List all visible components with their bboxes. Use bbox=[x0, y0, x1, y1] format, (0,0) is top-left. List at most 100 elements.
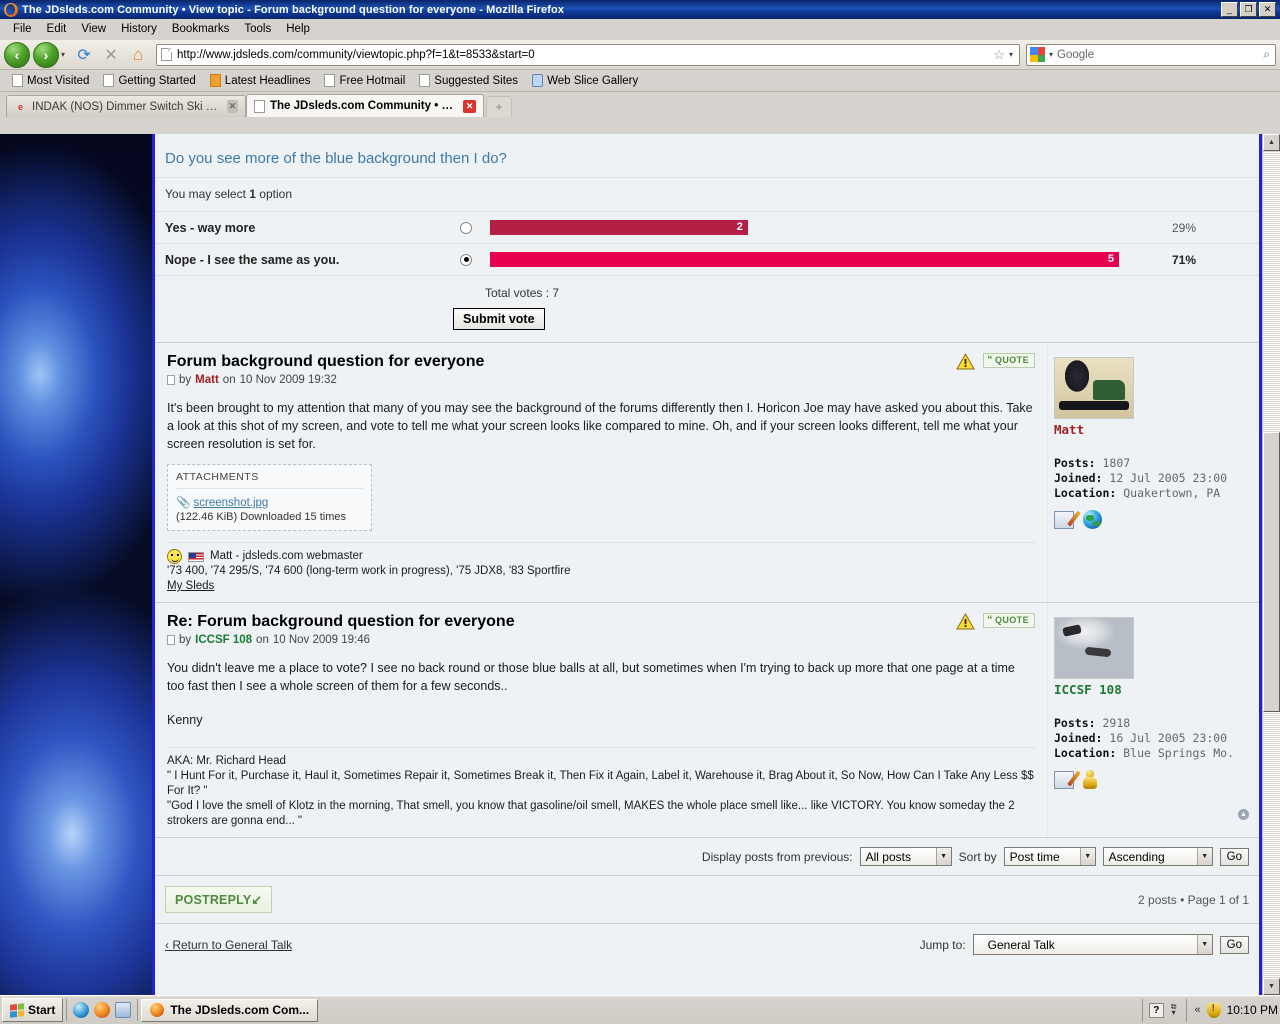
menu-edit[interactable]: Edit bbox=[40, 21, 74, 37]
home-icon[interactable]: ⌂ bbox=[126, 43, 150, 67]
start-label: Start bbox=[28, 1003, 56, 1017]
post-author-link[interactable]: Matt bbox=[195, 374, 219, 386]
firefox-icon[interactable] bbox=[94, 1002, 111, 1018]
post-1-main: Forum background question for everyone “… bbox=[155, 343, 1047, 602]
display-controls: Display posts from previous: All posts ▼… bbox=[155, 837, 1259, 875]
tab-label: The JDsleds.com Community • Vi... bbox=[270, 100, 459, 112]
return-link[interactable]: ‹ Return to General Talk bbox=[165, 938, 292, 952]
page-scrollbar[interactable]: ▲ ▼ bbox=[1262, 134, 1280, 995]
signature-divider: Matt - jdsleds.com webmaster '73 400, '7… bbox=[167, 542, 1035, 594]
jump-to-value: General Talk bbox=[987, 937, 1055, 952]
jump-go-button[interactable]: Go bbox=[1219, 935, 1249, 954]
language-bar-icon[interactable]: ⧉ ▾ bbox=[1171, 1003, 1177, 1017]
post-author-link[interactable]: ICCSF 108 bbox=[195, 634, 252, 646]
chevron-down-icon[interactable]: ▼ bbox=[1079, 848, 1095, 865]
pm-icon[interactable] bbox=[1054, 770, 1074, 789]
minimize-button[interactable]: _ bbox=[1221, 2, 1238, 17]
taskbar-item-label: The JDsleds.com Com... bbox=[170, 1003, 310, 1017]
address-bar[interactable]: http://www.jdsleds.com/community/viewtop… bbox=[156, 43, 1020, 66]
search-input[interactable]: Google bbox=[1057, 49, 1259, 61]
ie-icon[interactable] bbox=[73, 1002, 90, 1018]
taskbar-clock[interactable]: 10:10 PM bbox=[1227, 1003, 1278, 1017]
menu-tools[interactable]: Tools bbox=[237, 21, 278, 37]
menu-bookmarks[interactable]: Bookmarks bbox=[165, 21, 237, 37]
display-select[interactable]: All posts ▼ bbox=[859, 847, 952, 866]
search-icon[interactable]: ⌕ bbox=[1263, 47, 1272, 62]
search-engine-caret-icon[interactable]: ▾ bbox=[1049, 50, 1053, 59]
pawn-icon[interactable] bbox=[1083, 770, 1097, 789]
show-desktop-icon[interactable] bbox=[115, 1002, 132, 1018]
tab-indak[interactable]: e INDAK (NOS) Dimmer Switch Ski Doo TN..… bbox=[6, 95, 246, 117]
www-icon[interactable] bbox=[1083, 510, 1102, 529]
post-icon bbox=[167, 375, 175, 385]
poll-radio-yes[interactable] bbox=[460, 221, 472, 234]
bookmark-most-visited[interactable]: Most Visited bbox=[6, 72, 95, 89]
avatar[interactable] bbox=[1054, 357, 1134, 419]
poll-option-row: Nope - I see the same as you. 5 71% bbox=[155, 243, 1259, 275]
warning-icon[interactable] bbox=[956, 352, 975, 370]
go-button[interactable]: Go bbox=[1219, 847, 1249, 866]
taskbar-item-firefox[interactable]: The JDsleds.com Com... bbox=[141, 998, 319, 1022]
security-alert-icon[interactable] bbox=[1206, 1002, 1221, 1018]
user-name[interactable]: Matt bbox=[1054, 422, 1249, 437]
user-name[interactable]: ICCSF 108 bbox=[1054, 682, 1249, 697]
bookmark-free-hotmail[interactable]: Free Hotmail bbox=[318, 72, 411, 89]
quote-button[interactable]: “ QUOTE bbox=[983, 353, 1035, 368]
show-hidden-icons-arrow[interactable]: « bbox=[1195, 1004, 1201, 1016]
post-date: 10 Nov 2009 19:46 bbox=[272, 634, 371, 646]
page-icon bbox=[419, 74, 431, 87]
maximize-button[interactable]: ❐ bbox=[1240, 2, 1257, 17]
order-select[interactable]: Ascending ▼ bbox=[1102, 847, 1213, 866]
chevron-down-icon[interactable]: ▾ bbox=[1009, 50, 1013, 59]
close-icon[interactable]: ✕ bbox=[226, 100, 238, 113]
scrollbar-thumb[interactable] bbox=[1263, 432, 1280, 712]
title-bar: The JDsleds.com Community • View topic -… bbox=[0, 0, 1280, 19]
menu-help[interactable]: Help bbox=[279, 21, 317, 37]
attachment-link[interactable]: screenshot.jpg bbox=[194, 497, 269, 509]
quote-button[interactable]: “ QUOTE bbox=[983, 613, 1035, 628]
warning-icon[interactable] bbox=[956, 612, 975, 630]
bookmark-getting-started[interactable]: Getting Started bbox=[97, 72, 201, 89]
close-icon[interactable]: ✕ bbox=[463, 99, 476, 113]
jump-to-select[interactable]: General Talk ▼ bbox=[972, 934, 1213, 955]
tab-jdsleds[interactable]: The JDsleds.com Community • Vi... ✕ bbox=[246, 94, 484, 117]
bookmark-label: Web Slice Gallery bbox=[547, 74, 639, 87]
forward-button[interactable]: › bbox=[33, 41, 59, 68]
new-tab-button[interactable]: + bbox=[486, 96, 512, 117]
menu-view[interactable]: View bbox=[74, 21, 113, 37]
page-icon bbox=[103, 74, 115, 87]
attachments-box: ATTACHMENTS 📎 screenshot.jpg (122.46 KiB… bbox=[167, 464, 372, 531]
stat-label: Joined: bbox=[1054, 471, 1103, 485]
reload-icon[interactable]: ⟳ bbox=[72, 43, 96, 67]
menu-history[interactable]: History bbox=[114, 21, 164, 37]
scroll-up-button[interactable]: ▲ bbox=[1263, 134, 1280, 151]
bookmark-latest-headlines[interactable]: Latest Headlines bbox=[204, 72, 317, 89]
user-stats: Posts: 1807 Joined: 12 Jul 2005 23:00 Lo… bbox=[1054, 456, 1249, 501]
user-action-icons bbox=[1054, 770, 1249, 789]
chevron-down-icon[interactable]: ▼ bbox=[1196, 935, 1212, 954]
submit-vote-button[interactable]: Submit vote bbox=[453, 308, 545, 330]
bookmark-web-slice-gallery[interactable]: Web Slice Gallery bbox=[526, 72, 644, 89]
menu-file[interactable]: File bbox=[6, 21, 39, 37]
history-dropdown-icon[interactable]: ▾ bbox=[61, 50, 65, 59]
chevron-down-icon[interactable]: ▼ bbox=[935, 848, 951, 865]
stat-value: Quakertown, PA bbox=[1123, 486, 1221, 500]
bookmark-suggested-sites[interactable]: Suggested Sites bbox=[413, 72, 524, 89]
close-button[interactable]: ✕ bbox=[1259, 2, 1276, 17]
poll-radio-cell bbox=[460, 253, 480, 266]
avatar[interactable] bbox=[1054, 617, 1134, 679]
my-sleds-link[interactable]: My Sleds bbox=[167, 580, 214, 592]
back-button[interactable]: ‹ bbox=[4, 41, 30, 68]
scroll-down-button[interactable]: ▼ bbox=[1263, 978, 1280, 995]
help-icon[interactable]: ? bbox=[1148, 1002, 1164, 1018]
sortby-select[interactable]: Post time ▼ bbox=[1003, 847, 1096, 866]
stop-icon[interactable]: ✕ bbox=[99, 43, 123, 67]
star-icon[interactable]: ☆ bbox=[993, 47, 1005, 63]
poll-radio-nope[interactable] bbox=[460, 253, 472, 266]
search-bar[interactable]: ▾ Google ⌕ bbox=[1026, 43, 1276, 66]
chevron-down-icon[interactable]: ▼ bbox=[1196, 848, 1212, 865]
pm-icon[interactable] bbox=[1054, 510, 1074, 529]
post-reply-button[interactable]: POSTREPLY↙ bbox=[165, 886, 273, 913]
stat-label: Joined: bbox=[1054, 731, 1103, 745]
start-button[interactable]: Start bbox=[2, 998, 64, 1022]
